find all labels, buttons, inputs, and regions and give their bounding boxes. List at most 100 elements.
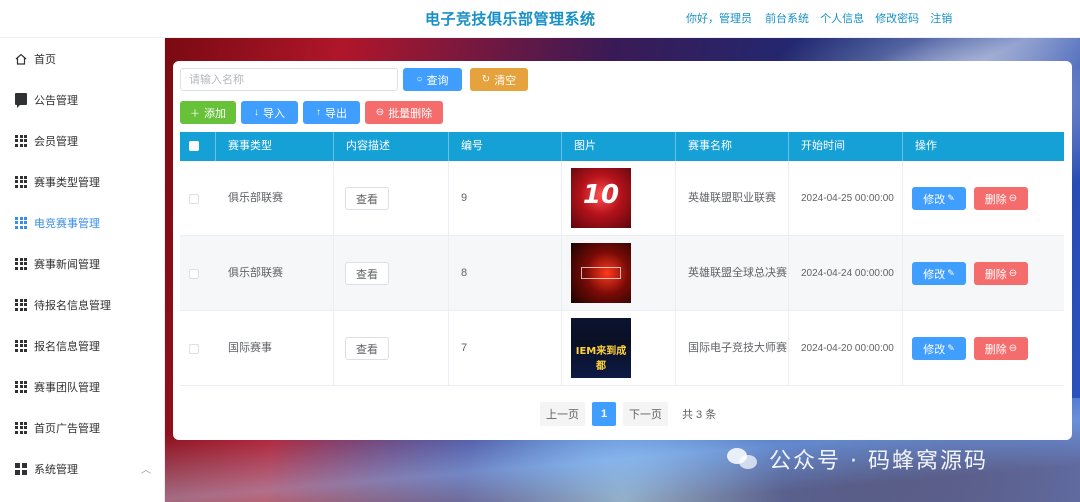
top-links: 你好，管理员 前台系统 个人信息 修改密码 注销 — [686, 10, 960, 26]
batch-delete-button[interactable]: ⊖ 批量删除 — [365, 101, 443, 124]
arrow-down-icon: ↓ — [254, 107, 259, 118]
sidebar-item-label: 赛事新闻管理 — [34, 258, 100, 271]
chat-icon — [15, 92, 27, 108]
grid-icon — [15, 257, 27, 270]
delete-button-label: 删除 — [984, 268, 1007, 281]
event-image: 10 — [571, 168, 631, 228]
clear-button-label: 清空 — [494, 74, 517, 87]
clear-button[interactable]: ↻ 清空 — [470, 68, 528, 91]
refresh-icon: ↻ — [481, 74, 491, 85]
sidebar-item-label: 会员管理 — [34, 135, 78, 148]
edit-button-label: 修改 — [923, 193, 946, 206]
sidebar-item-esports-events[interactable]: 电竞赛事管理 — [0, 202, 165, 243]
link-profile[interactable]: 个人信息 — [820, 13, 864, 25]
grid-icon — [15, 380, 27, 393]
sidebar-item-label: 首页 — [34, 53, 56, 66]
edit-button[interactable]: 修改 ✎ — [912, 262, 966, 285]
query-button[interactable]: ○ 查询 — [403, 68, 462, 91]
cell-event-name: 国际电子竞技大师赛 — [676, 311, 789, 386]
cell-id: 7 — [449, 311, 562, 386]
sidebar-item-system[interactable]: 系统管理 ︿ — [0, 448, 165, 489]
column-header: 操作 — [915, 140, 937, 152]
column-header: 赛事类型 — [216, 132, 334, 161]
export-button[interactable]: ↑ 导出 — [303, 101, 360, 124]
column-header: 图片 — [562, 132, 676, 161]
sidebar-item-label: 首页广告管理 — [34, 422, 100, 435]
link-logout[interactable]: 注销 — [930, 13, 952, 25]
sidebar-item-label: 电竞赛事管理 — [34, 217, 100, 230]
edit-button[interactable]: 修改 ✎ — [912, 337, 966, 360]
table-row: 俱乐部联赛 查看 8 英雄联盟全球总决赛 2024-04-24 00:00:00… — [180, 236, 1064, 311]
prev-page-button[interactable]: 上一页 — [540, 402, 585, 426]
sidebar-item-pending-registrations[interactable]: 待报名信息管理 — [0, 284, 165, 325]
grid-icon — [15, 134, 27, 147]
sidebar-item-event-types[interactable]: 赛事类型管理 — [0, 161, 165, 202]
add-button[interactable]: ＋ 添加 — [180, 101, 236, 124]
table-header: 赛事类型 内容描述 编号 图片 赛事名称 开始时间 操作 — [180, 132, 1064, 161]
sidebar-item-homepage-ads[interactable]: 首页广告管理 — [0, 407, 165, 448]
grid-icon — [15, 216, 27, 229]
image-text: IEM来到成都 — [575, 346, 627, 372]
edit-icon: ✎ — [947, 343, 955, 353]
view-description-button[interactable]: 查看 — [345, 187, 389, 210]
select-all-checkbox[interactable] — [189, 141, 199, 151]
link-frontend[interactable]: 前台系统 — [765, 13, 809, 25]
sidebar-item-label: 系统管理 — [34, 463, 78, 476]
cell-event-type: 国际赛事 — [216, 311, 334, 386]
top-header: 电子竞技俱乐部管理系统 你好，管理员 前台系统 个人信息 修改密码 注销 — [0, 0, 1080, 38]
sidebar-item-registrations[interactable]: 报名信息管理 — [0, 325, 165, 366]
export-button-label: 导出 — [325, 107, 347, 120]
cell-id: 8 — [449, 236, 562, 311]
image-graphic — [581, 267, 621, 279]
sidebar-item-members[interactable]: 会员管理 — [0, 120, 165, 161]
edit-button[interactable]: 修改 ✎ — [912, 187, 966, 210]
arrow-up-icon: ↑ — [316, 107, 321, 118]
event-image: IEM来到成都 — [571, 318, 631, 378]
search-input[interactable] — [180, 68, 398, 91]
event-image — [571, 243, 631, 303]
sidebar-item-event-news[interactable]: 赛事新闻管理 — [0, 243, 165, 284]
next-page-button[interactable]: 下一页 — [623, 402, 668, 426]
sidebar: 首页 公告管理 会员管理 赛事类型管理 电竞赛事管理 赛事新闻管理 待报名信息管… — [0, 38, 165, 502]
sidebar-item-label: 待报名信息管理 — [34, 299, 111, 312]
delete-button[interactable]: 删除 ⊖ — [974, 187, 1028, 210]
delete-button[interactable]: 删除 ⊖ — [974, 262, 1028, 285]
page-number-current[interactable]: 1 — [592, 402, 616, 426]
view-description-button[interactable]: 查看 — [345, 262, 389, 285]
link-change-password[interactable]: 修改密码 — [875, 13, 919, 25]
column-header: 赛事名称 — [676, 132, 789, 161]
minus-circle-icon: ⊖ — [1008, 343, 1018, 354]
sidebar-item-label: 赛事团队管理 — [34, 381, 100, 394]
wechat-icon — [727, 446, 761, 472]
minus-circle-icon: ⊖ — [1008, 268, 1018, 279]
watermark-text: 公众号 · 码蜂窝源码 — [769, 449, 988, 474]
grid4-icon — [15, 462, 27, 475]
column-header: 开始时间 — [789, 132, 903, 161]
plus-icon: ＋ — [190, 109, 200, 120]
query-button-label: 查询 — [426, 74, 449, 87]
sidebar-item-event-teams[interactable]: 赛事团队管理 — [0, 366, 165, 407]
edit-icon: ✎ — [947, 268, 955, 278]
row-checkbox[interactable] — [189, 194, 199, 204]
edit-button-label: 修改 — [923, 268, 946, 281]
sidebar-item-home[interactable]: 首页 — [0, 38, 165, 79]
row-checkbox[interactable] — [189, 344, 199, 354]
column-header: 内容描述 — [334, 132, 449, 161]
table-row: 国际赛事 查看 7 IEM来到成都 国际电子竞技大师赛 2024-04-20 0… — [180, 311, 1064, 386]
view-description-button[interactable]: 查看 — [345, 337, 389, 360]
sidebar-item-announcements[interactable]: 公告管理 — [0, 79, 165, 120]
minus-circle-icon: ⊖ — [1008, 193, 1018, 204]
row-checkbox[interactable] — [189, 269, 199, 279]
cell-event-type: 俱乐部联赛 — [216, 236, 334, 311]
delete-button-label: 删除 — [984, 193, 1007, 206]
delete-button[interactable]: 删除 ⊖ — [974, 337, 1028, 360]
pagination: 上一页 1 下一页 共 3 条 — [540, 402, 716, 426]
sidebar-item-label: 赛事类型管理 — [34, 176, 100, 189]
minus-circle-icon: ⊖ — [375, 107, 385, 118]
import-button[interactable]: ↓ 导入 — [241, 101, 298, 124]
grid-icon — [15, 421, 27, 434]
search-icon: ○ — [416, 74, 423, 85]
image-text: 10 — [582, 180, 620, 210]
app-title: 电子竞技俱乐部管理系统 — [425, 11, 596, 28]
cell-start-time: 2024-04-25 00:00:00 — [789, 161, 903, 236]
